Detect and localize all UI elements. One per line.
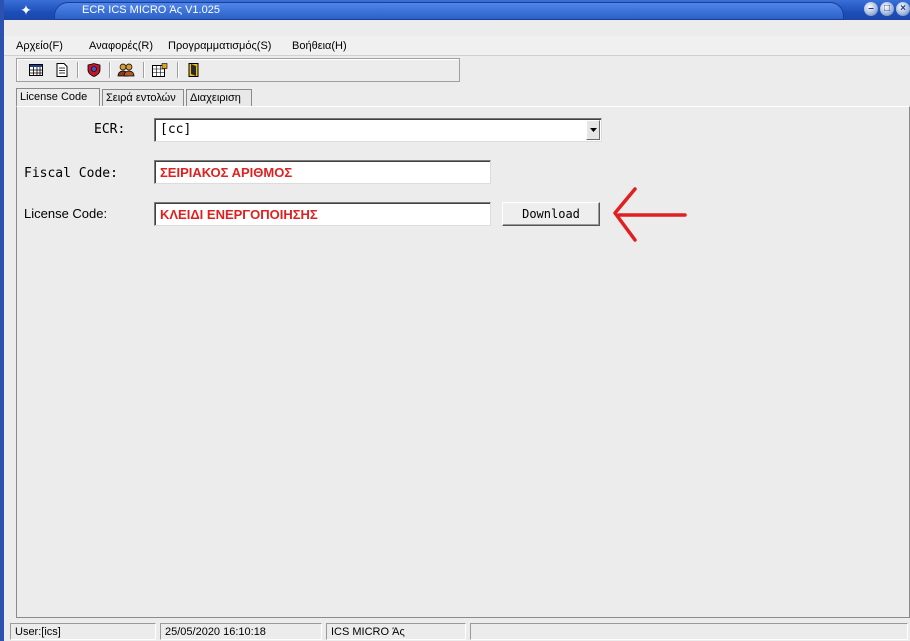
close-icon[interactable]: × [896, 2, 910, 16]
fiscal-code-label: Fiscal Code: [24, 166, 118, 181]
toolbar-separator [177, 62, 179, 78]
status-extra [470, 623, 908, 640]
main-window: ✦ ECR ICS MICRO Άς V1.025 – □ × Αρχείο(F… [0, 0, 910, 641]
status-bar: User:[ics] 25/05/2020 16:10:18 ICS MICRO… [4, 620, 910, 641]
ecr-label: ECR: [94, 122, 126, 137]
maximize-icon[interactable]: □ [880, 2, 894, 16]
exit-door-icon[interactable] [185, 62, 203, 78]
tab-administration[interactable]: Διαχειριση [186, 89, 252, 106]
window-title: ECR ICS MICRO Άς V1.025 [82, 4, 220, 16]
toolbar-separator [143, 62, 145, 78]
toolbar-separator [77, 62, 79, 78]
red-arrow-annotation [613, 187, 687, 242]
toolbar-separator [109, 62, 111, 78]
document-icon[interactable] [53, 62, 71, 78]
app-icon[interactable]: ✦ [18, 2, 34, 18]
tab-command-sequence[interactable]: Σειρά εντολών [102, 89, 184, 106]
menu-programming[interactable]: Προγραμματισμός(S) [168, 40, 271, 52]
status-app-name: ICS MICRO Άς [326, 623, 466, 640]
menu-help[interactable]: Βοήθεια(H) [292, 40, 347, 52]
spreadsheet-icon[interactable] [151, 62, 169, 78]
toolbar [16, 58, 460, 82]
status-user: User:[ics] [10, 623, 156, 640]
download-button[interactable]: Download [502, 202, 600, 226]
menu-bar: Αρχείο(F) Αναφορές(R) Προγραμματισμός(S)… [4, 36, 910, 56]
license-code-label: License Code: [24, 206, 108, 221]
ecr-select[interactable]: [cc] [154, 118, 602, 142]
fiscal-code-value: ΣΕΙΡΙΑΚΟΣ ΑΡΙΘΜΟΣ [160, 165, 293, 180]
license-code-value: ΚΛΕΙΔΙ ΕΝΕΡΓΟΠΟΙΗΣΗΣ [160, 207, 318, 222]
tab-license-code[interactable]: License Code [16, 88, 100, 106]
shield-settings-icon[interactable] [85, 62, 103, 78]
chevron-down-icon[interactable] [586, 120, 600, 140]
license-code-field[interactable]: ΚΛΕΙΔΙ ΕΝΕΡΓΟΠΟΙΗΣΗΣ [154, 202, 491, 226]
ecr-selected-value: [cc] [160, 122, 192, 137]
menu-reports[interactable]: Αναφορές(R) [89, 40, 153, 52]
title-bar[interactable]: ✦ ECR ICS MICRO Άς V1.025 – □ × [4, 0, 910, 20]
calendar-grid-icon[interactable] [27, 62, 45, 78]
users-icon[interactable] [117, 62, 135, 78]
menu-file[interactable]: Αρχείο(F) [16, 40, 63, 52]
status-datetime: 25/05/2020 16:10:18 [160, 623, 322, 640]
fiscal-code-field[interactable]: ΣΕΙΡΙΑΚΟΣ ΑΡΙΘΜΟΣ [154, 160, 491, 184]
window-buttons: – □ × [864, 2, 910, 18]
minimize-icon[interactable]: – [864, 2, 878, 16]
